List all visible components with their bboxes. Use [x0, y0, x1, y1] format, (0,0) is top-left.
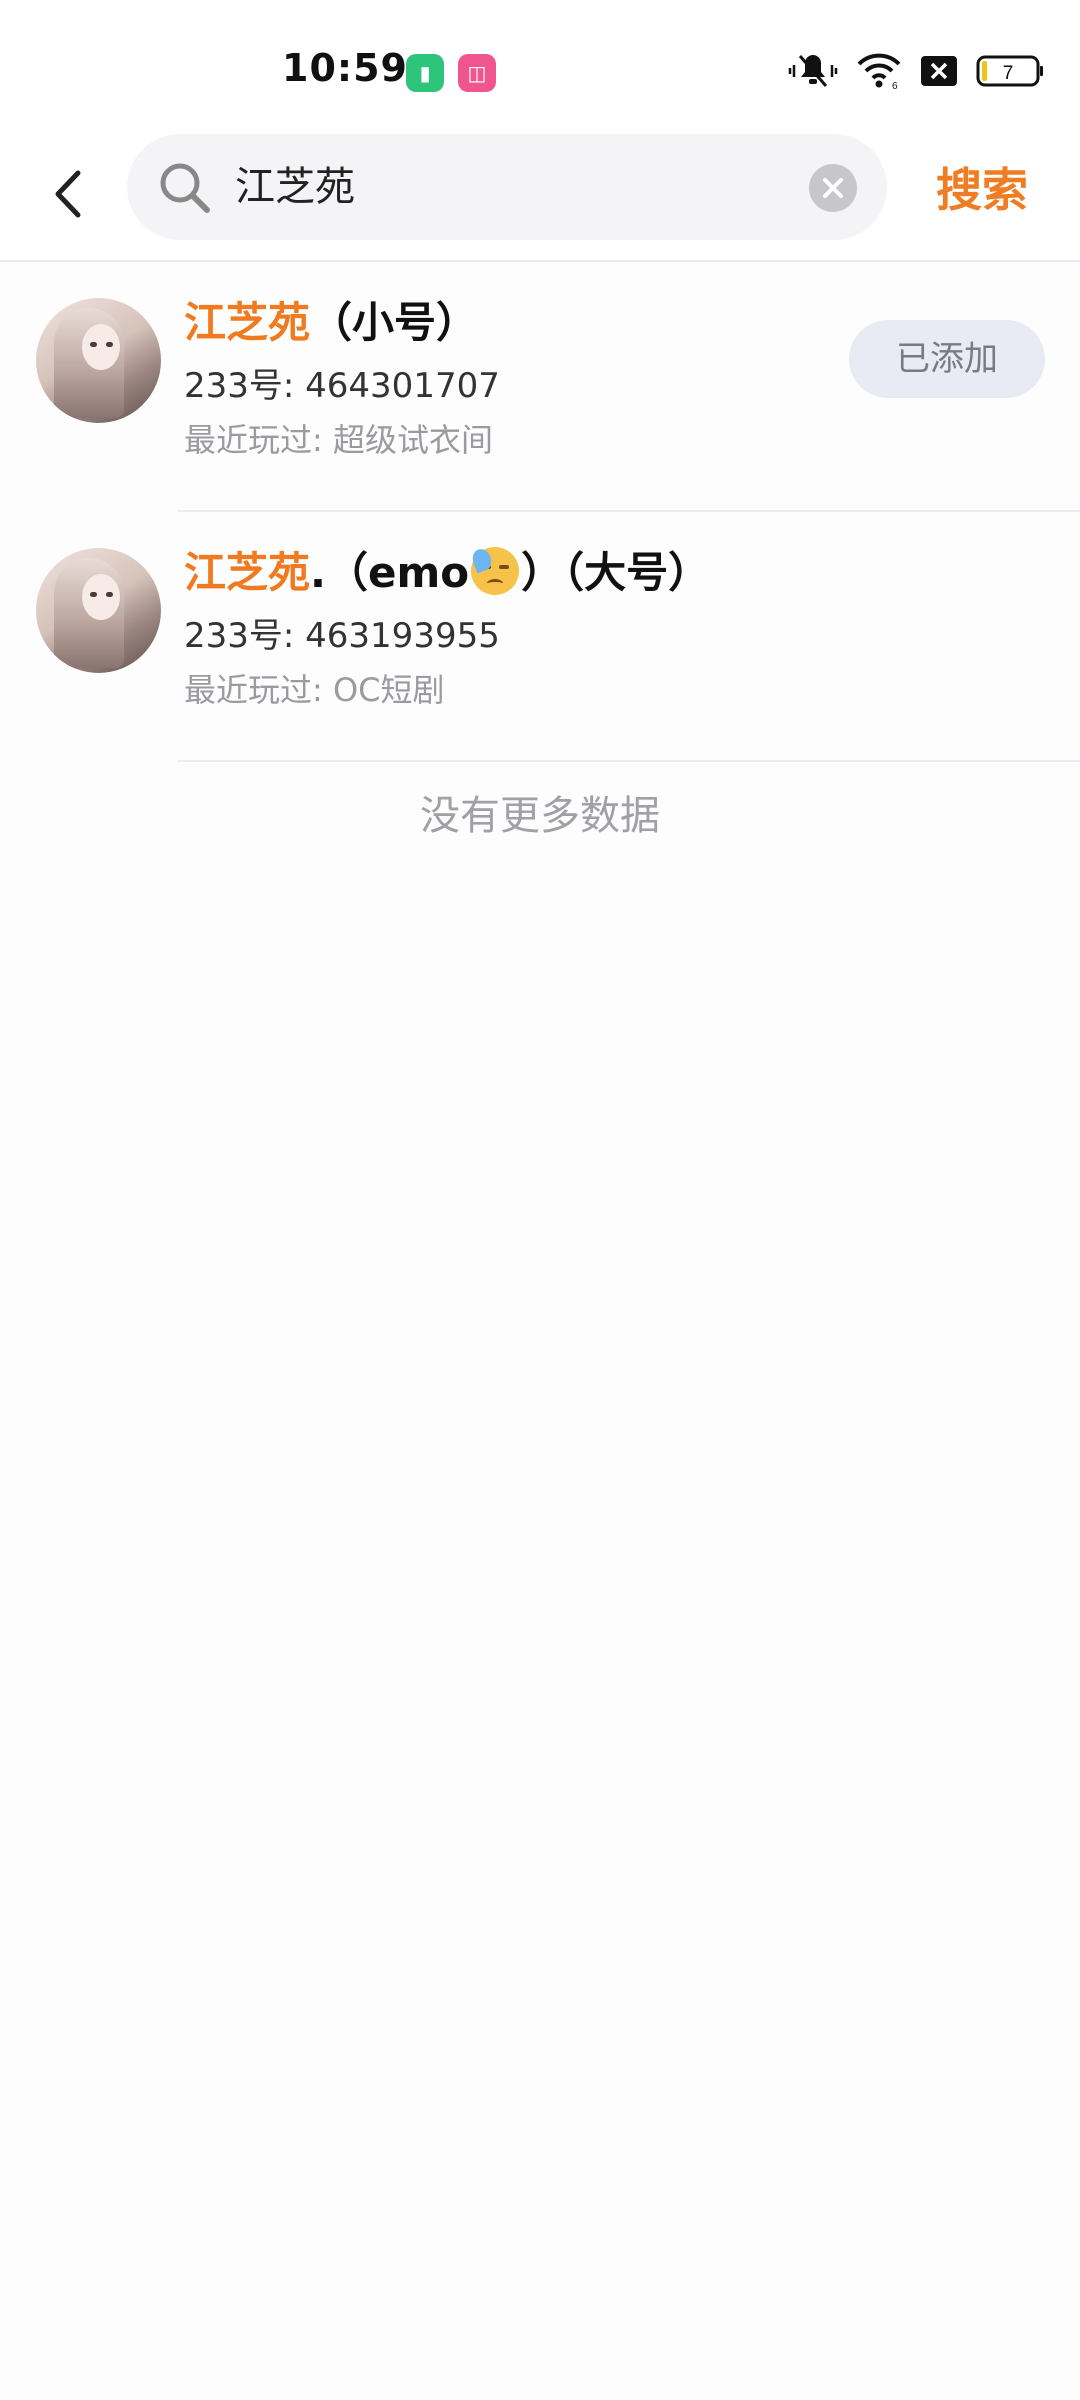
list-item[interactable]: 江芝苑.（emo ）（大号） 233号: 463193955 最近玩过: OC短剧	[0, 512, 1080, 762]
name-suffix: .（emo	[310, 548, 470, 597]
recent-played: 最近玩过: OC短剧	[184, 671, 445, 709]
name-highlight: 江芝苑	[184, 298, 311, 347]
recent-played: 最近玩过: 超级试衣间	[184, 421, 493, 459]
sim-blocked-icon	[920, 52, 958, 94]
status-time: 10:59	[282, 46, 408, 90]
added-button[interactable]: 已添加	[849, 320, 1045, 398]
name-suffix: （小号）	[310, 298, 479, 347]
search-query-text[interactable]: 江芝苑	[235, 162, 355, 212]
svg-text:6: 6	[892, 81, 898, 91]
vibrate-mute-icon	[788, 51, 838, 95]
screen: 10:59 ▮ ◫ 6 7 江芝苑 搜索 江芝苑（小号） 233号: 46430…	[0, 0, 1080, 2400]
downcast-sweat-face-emoji-icon	[469, 546, 520, 595]
wifi-icon: 6	[856, 51, 902, 95]
bilibili-app-icon: ◫	[458, 54, 496, 92]
user-id: 233号: 463193955	[184, 616, 500, 656]
user-info: 江芝苑.（emo ）（大号） 233号: 463193955 最近玩过: OC短剧	[184, 542, 710, 716]
status-bar: 10:59 ▮ ◫ 6 7	[0, 0, 1080, 130]
name-suffix-end: ）（大号）	[521, 548, 711, 597]
search-input[interactable]: 江芝苑	[127, 134, 887, 240]
no-more-data-label: 没有更多数据	[420, 793, 660, 839]
user-name: 江芝苑（小号）	[184, 292, 500, 354]
search-icon	[157, 160, 213, 220]
battery-icon: 7	[976, 54, 1044, 92]
battery-level: 7	[1003, 63, 1014, 84]
user-id: 233号: 464301707	[184, 366, 500, 406]
list-item[interactable]: 江芝苑（小号） 233号: 464301707 最近玩过: 超级试衣间 已添加	[0, 262, 1080, 512]
clear-search-button[interactable]	[809, 164, 857, 212]
search-header: 江芝苑 搜索	[0, 130, 1080, 262]
chevron-left-icon	[55, 170, 81, 218]
battery-saver-app-icon: ▮	[406, 54, 444, 92]
user-info: 江芝苑（小号） 233号: 464301707 最近玩过: 超级试衣间	[184, 292, 500, 466]
avatar[interactable]	[36, 548, 161, 673]
search-button[interactable]: 搜索	[936, 160, 1028, 220]
close-icon	[823, 178, 843, 198]
results-list: 江芝苑（小号） 233号: 464301707 最近玩过: 超级试衣间 已添加 …	[0, 262, 1080, 839]
status-icons: 6 7	[770, 50, 1044, 96]
user-name: 江芝苑.（emo ）（大号）	[184, 542, 710, 604]
back-button[interactable]	[38, 154, 98, 234]
avatar[interactable]	[36, 298, 161, 423]
divider	[178, 760, 1080, 762]
name-highlight: 江芝苑	[184, 548, 311, 597]
